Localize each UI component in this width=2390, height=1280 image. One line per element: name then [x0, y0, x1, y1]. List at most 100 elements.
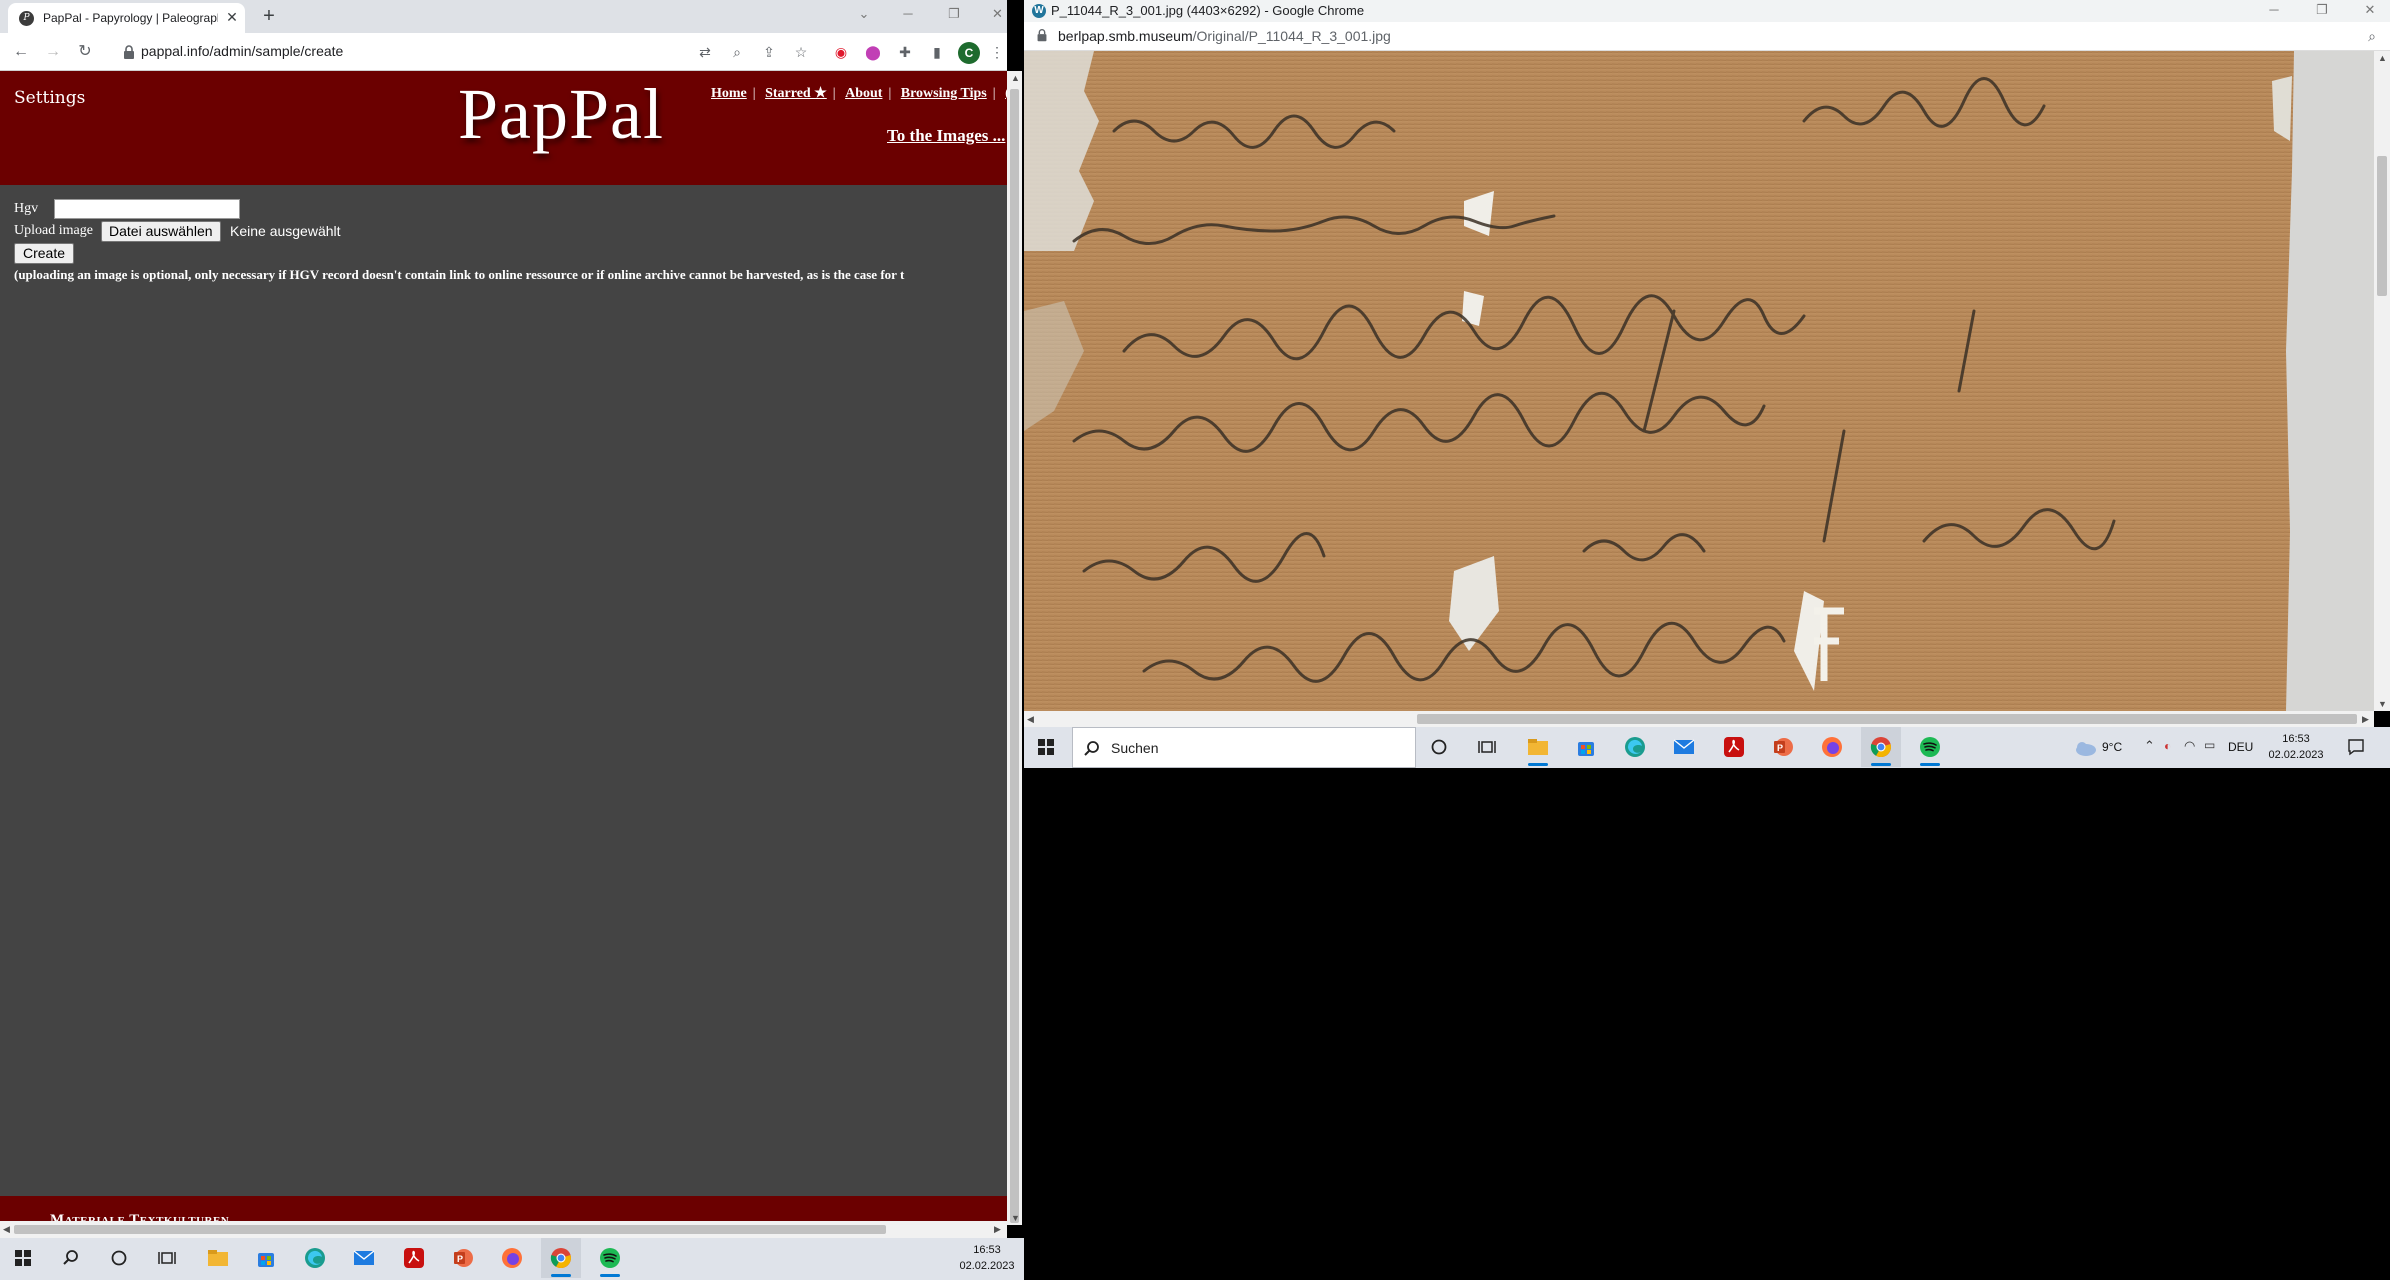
- side-panel-icon[interactable]: ▮: [927, 42, 947, 62]
- right-scroll-left-icon[interactable]: ◀: [1027, 714, 1034, 725]
- spotify-icon[interactable]: [590, 1238, 630, 1278]
- edge-icon[interactable]: [295, 1238, 335, 1278]
- forward-icon[interactable]: →: [42, 41, 64, 63]
- right-powerpoint-icon[interactable]: P: [1763, 727, 1803, 767]
- weather-temperature[interactable]: 9°C: [2102, 740, 2122, 754]
- minimize-icon[interactable]: ─: [896, 4, 920, 24]
- hgv-input[interactable]: [54, 199, 240, 219]
- create-button[interactable]: Create: [14, 243, 75, 264]
- acrobat-icon[interactable]: [394, 1238, 434, 1278]
- pappal-favicon-icon: P: [19, 11, 34, 26]
- mail-icon[interactable]: [344, 1238, 384, 1278]
- search-icon[interactable]: [51, 1238, 91, 1278]
- settings-link[interactable]: Settings: [14, 88, 85, 108]
- to-the-images-link[interactable]: To the Images ...: [887, 126, 1005, 146]
- powerpoint-icon[interactable]: P: [443, 1238, 483, 1278]
- extensions-puzzle-icon[interactable]: ✚: [895, 42, 915, 62]
- notifications-icon[interactable]: [2346, 737, 2366, 757]
- hgv-label: Hgv: [14, 201, 39, 216]
- right-mail-icon[interactable]: [1664, 727, 1704, 767]
- close-window-icon[interactable]: ✕: [988, 4, 1007, 24]
- right-firefox-icon[interactable]: [1812, 727, 1852, 767]
- task-view-icon[interactable]: [147, 1238, 187, 1278]
- bookmark-star-icon[interactable]: ☆: [791, 42, 811, 62]
- nav-about[interactable]: About: [845, 86, 882, 101]
- right-close-icon[interactable]: ✕: [2358, 0, 2382, 20]
- back-icon[interactable]: ←: [10, 41, 32, 63]
- right-acrobat-icon[interactable]: [1714, 727, 1754, 767]
- taskbar-right: Suchen P 9°C ⌃ ◐ ◠ ▭ DEU 16:53 02.02.202…: [1024, 727, 2390, 768]
- tray-chevron-icon[interactable]: ⌃: [2144, 738, 2155, 754]
- language-indicator[interactable]: DEU: [2228, 740, 2253, 754]
- weather-cloud-icon[interactable]: [2072, 739, 2098, 757]
- right-restore-icon[interactable]: ❐: [2310, 0, 2334, 20]
- lock-icon[interactable]: [120, 43, 138, 61]
- horizontal-scroll-thumb[interactable]: [14, 1225, 886, 1234]
- zoom-icon[interactable]: ⌕: [727, 42, 747, 62]
- right-chrome-icon[interactable]: [1861, 727, 1901, 767]
- right-minimize-icon[interactable]: ─: [2262, 0, 2286, 20]
- profile-avatar[interactable]: C: [958, 42, 980, 64]
- right-address-bar[interactable]: berlpap.smb.museum/Original/P_11044_R_3_…: [1024, 22, 2390, 51]
- right-vertical-scrollbar[interactable]: ▲ ▼: [2374, 51, 2390, 711]
- choose-file-button[interactable]: Datei auswählen: [101, 221, 221, 242]
- tab-pappal[interactable]: P PapPal - Papyrology | Paleograph ✕: [8, 3, 245, 33]
- vertical-scrollbar[interactable]: ▲ ▼: [1007, 71, 1022, 1225]
- translate-icon[interactable]: ⇄: [695, 42, 715, 62]
- right-scroll-down-icon[interactable]: ▼: [2378, 699, 2387, 709]
- right-zoom-icon[interactable]: ⌕: [2362, 26, 2382, 46]
- new-tab-icon[interactable]: +: [258, 5, 280, 27]
- tab-search-icon[interactable]: ⌄: [852, 4, 876, 24]
- clock-time: 16:53: [973, 1244, 1001, 1256]
- scroll-down-icon[interactable]: ▼: [1011, 1213, 1020, 1223]
- menu-dots-icon[interactable]: ⋮: [990, 42, 1004, 62]
- nav-browsing-tips[interactable]: Browsing Tips: [901, 86, 987, 101]
- right-scroll-right-icon[interactable]: ▶: [2362, 714, 2369, 725]
- horizontal-scrollbar[interactable]: ◀ ▶: [0, 1221, 1007, 1238]
- right-start-windows-icon[interactable]: [1026, 727, 1066, 767]
- firefox-icon[interactable]: [492, 1238, 532, 1278]
- scroll-up-icon[interactable]: ▲: [1011, 73, 1020, 83]
- battery-icon[interactable]: ▭: [2204, 738, 2215, 752]
- right-cortana-icon[interactable]: [1419, 727, 1459, 767]
- start-windows-icon[interactable]: [3, 1238, 43, 1278]
- nav-starred[interactable]: Starred ★: [765, 86, 827, 101]
- right-horizontal-thumb[interactable]: [1417, 714, 2357, 724]
- extension-red-icon[interactable]: ◉: [831, 42, 851, 62]
- right-scroll-up-icon[interactable]: ▲: [2378, 53, 2387, 63]
- right-lock-icon[interactable]: [1034, 27, 1052, 45]
- right-url[interactable]: berlpap.smb.museum/Original/P_11044_R_3_…: [1058, 28, 1391, 44]
- chrome-icon[interactable]: [541, 1238, 581, 1278]
- right-file-explorer-icon[interactable]: [1518, 727, 1558, 767]
- reload-icon[interactable]: ↻: [74, 41, 96, 63]
- cortana-icon[interactable]: [99, 1238, 139, 1278]
- right-task-view-icon[interactable]: [1467, 727, 1507, 767]
- clock-left[interactable]: 16:53 02.02.2023: [955, 1242, 1019, 1274]
- scroll-left-icon[interactable]: ◀: [3, 1224, 10, 1235]
- clock-right[interactable]: 16:53 02.02.2023: [2264, 731, 2328, 763]
- papyrus-image[interactable]: [1024, 51, 2390, 711]
- right-title-bar: W P_11044_R_3_001.jpg (4403×6292) - Goog…: [1024, 0, 2390, 22]
- store-icon[interactable]: [246, 1238, 286, 1278]
- right-store-icon[interactable]: [1566, 727, 1606, 767]
- clock-right-date: 02.02.2023: [2268, 749, 2324, 761]
- taskbar-search-box[interactable]: Suchen: [1072, 727, 1416, 768]
- restore-icon[interactable]: ❐: [942, 4, 966, 24]
- address-bar[interactable]: pappal.info/admin/sample/create: [141, 43, 343, 59]
- nav-home[interactable]: Home: [711, 86, 747, 101]
- extension-purple-icon[interactable]: ⬤: [863, 42, 883, 62]
- share-icon[interactable]: ⇪: [759, 42, 779, 62]
- right-spotify-icon[interactable]: [1910, 727, 1950, 767]
- vertical-scroll-thumb[interactable]: [1010, 89, 1019, 1223]
- file-explorer-icon[interactable]: [198, 1238, 238, 1278]
- right-edge-icon[interactable]: [1615, 727, 1655, 767]
- page-viewport: Settings PapPal Home | Starred ★ | About | …: [0, 71, 1007, 1238]
- scroll-right-icon[interactable]: ▶: [994, 1224, 1001, 1235]
- network-icon[interactable]: ◠: [2184, 738, 2195, 754]
- tab-close-icon[interactable]: ✕: [224, 9, 240, 25]
- tab-title: PapPal - Papyrology | Paleograph: [43, 11, 218, 25]
- tray-app-icon[interactable]: ◐: [2164, 739, 2171, 753]
- right-horizontal-scrollbar[interactable]: ◀ ▶: [1024, 711, 2374, 727]
- right-vertical-thumb[interactable]: [2377, 156, 2387, 296]
- upload-note: (uploading an image is optional, only ne…: [14, 267, 905, 282]
